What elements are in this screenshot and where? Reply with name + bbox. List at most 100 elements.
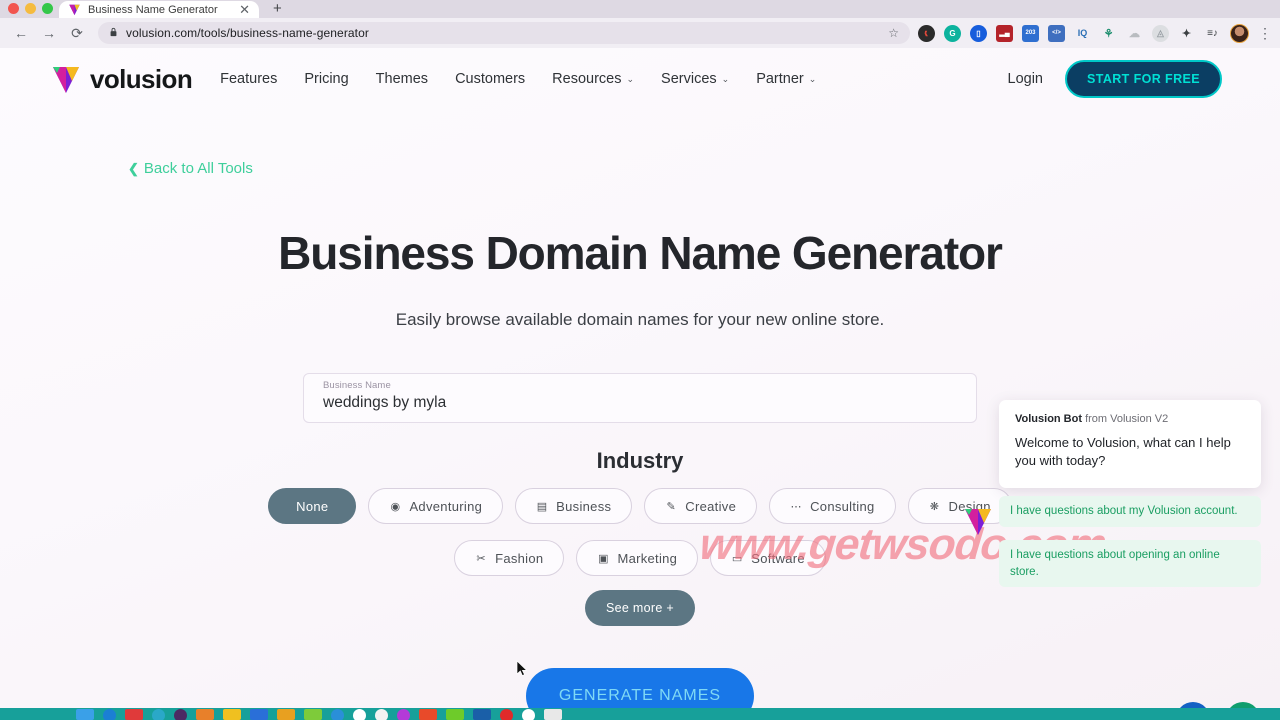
nav-item-services[interactable]: Services ⌄ [661,71,729,87]
chat-message-card: Volusion Bot from Volusion V2 Welcome to… [999,400,1261,488]
taskbar-icon[interactable] [196,709,214,720]
quick-reply-online-store[interactable]: I have questions about opening an online… [999,540,1261,588]
nav-label: Features [220,71,278,87]
avast-extension-icon[interactable]: ◬ [1152,24,1169,42]
business-name-value: weddings by myla [323,394,447,411]
nav-item-customers[interactable]: Customers [455,71,525,87]
scissors-icon: ✂ [476,552,486,565]
bitwarden-extension-icon[interactable]: ▯ [970,24,987,42]
taskbar-icon[interactable] [304,709,322,720]
start-for-free-button[interactable]: START FOR FREE [1064,60,1222,98]
minimize-window-button[interactable] [25,2,36,14]
taskbar-icon[interactable] [76,709,94,720]
iq-extension-icon[interactable]: IQ [1074,25,1091,42]
industry-chip-design[interactable]: ❋ Design [907,488,1012,524]
see-more-button[interactable]: See more + [585,590,695,626]
browser-toolbar: ← → ⟳ volusion.com/tools/business-name-g… [0,18,1280,48]
honey-extension-icon[interactable] [918,24,935,42]
volusion-logo-icon [68,3,81,16]
extensions-bar: G ▯ ▂▄ 203 </> IQ ⚘ ☁ ◬ ✦ ≡♪ ⋮ [918,23,1272,43]
forward-button[interactable]: → [36,20,62,46]
palette-icon: ❋ [929,500,940,513]
bookmark-star-icon[interactable]: ☆ [888,26,899,40]
nav-label: Partner [756,71,804,87]
close-tab-button[interactable]: ✕ [239,3,250,16]
reload-button[interactable]: ⟳ [64,20,90,46]
nav-label: Services [661,71,717,87]
login-link[interactable]: Login [1008,71,1043,87]
industry-chip-business[interactable]: ▤ Business [515,488,633,524]
generate-names-button[interactable]: GENERATE NAMES [526,668,754,708]
chip-label: Marketing [617,550,678,566]
volusion-diamond-icon [52,64,80,94]
os-taskbar[interactable] [0,708,1280,720]
volusion-logo[interactable]: volusion [52,63,193,95]
taskbar-icon[interactable] [544,709,562,720]
taskbar-icon[interactable] [250,709,268,720]
nav-item-features[interactable]: Features [220,71,277,87]
industry-chip-marketing[interactable]: ▣ Marketing [576,540,699,576]
profile-avatar[interactable] [1230,23,1249,43]
taskbar-icon[interactable] [446,709,464,720]
taskbar-icon[interactable] [125,709,143,720]
nav-item-partner[interactable]: Partner ⌄ [756,71,816,87]
chip-label: Creative [685,498,737,514]
taskbar-icon[interactable] [152,709,165,720]
page-viewport: volusion Features Pricing Themes Custome… [0,48,1280,708]
maximize-window-button[interactable] [42,2,53,14]
industry-chip-creative[interactable]: ✎ Creative [644,488,758,524]
new-tab-button[interactable]: + [273,0,282,18]
similarweb-extension-icon[interactable]: ▂▄ [996,24,1013,42]
taskbar-icon[interactable] [331,709,344,720]
taskbar-icon[interactable] [419,709,437,720]
nav-item-pricing[interactable]: Pricing [304,71,348,87]
address-bar[interactable]: volusion.com/tools/business-name-generat… [98,22,910,44]
back-to-all-tools-link[interactable]: ❮ Back to All Tools [128,160,253,177]
chevron-down-icon: ⌄ [626,73,635,84]
seoquake-extension-icon[interactable]: 203 [1022,24,1039,42]
business-name-input[interactable]: Business Name weddings by myla [303,373,977,423]
code-inspector-extension-icon[interactable]: </> [1048,24,1065,42]
cloud-extension-icon[interactable]: ☁ [1126,25,1143,42]
industry-chip-fashion[interactable]: ✂ Fashion [454,540,565,576]
quick-reply-account[interactable]: I have questions about my Volusion accou… [999,496,1261,527]
taskbar-icon[interactable] [174,709,187,720]
browser-window: Business Name Generator ✕ + ← → ⟳ volusi… [0,0,1280,720]
taskbar-icon-list [0,708,1280,720]
chip-label: Consulting [810,498,875,514]
volusion-wordmark: volusion [90,63,193,94]
browser-tab[interactable]: Business Name Generator ✕ [59,1,259,18]
industry-chip-consulting[interactable]: ⋯ Consulting [769,488,896,524]
url-text: volusion.com/tools/business-name-generat… [126,26,369,40]
nav-item-resources[interactable]: Resources ⌄ [552,71,634,87]
back-button[interactable]: ← [8,20,34,46]
chevron-left-icon: ❮ [128,160,139,176]
taskbar-icon[interactable] [397,709,410,720]
industry-chip-none[interactable]: None [268,488,357,524]
nav-label: Themes [375,71,429,87]
close-window-button[interactable] [8,2,19,14]
industry-chip-adventuring[interactable]: ◉ Adventuring [368,488,504,524]
browser-menu-button[interactable]: ⋮ [1258,25,1272,42]
chip-label: Fashion [495,550,544,566]
grammarly-extension-icon[interactable]: G [944,24,961,42]
mouse-cursor [516,660,528,677]
playlist-extension-icon[interactable]: ≡♪ [1204,25,1221,42]
puzzle-extensions-icon[interactable]: ✦ [1178,25,1195,42]
taskbar-icon[interactable] [277,709,295,720]
taskbar-icon[interactable] [223,709,241,720]
lock-icon [109,27,118,39]
pen-icon: ✎ [666,500,677,513]
taskbar-icon[interactable] [353,709,366,720]
site-header: volusion Features Pricing Themes Custome… [0,48,1280,110]
taskbar-icon[interactable] [375,709,388,720]
taskbar-icon[interactable] [500,709,513,720]
window-controls[interactable] [6,0,59,18]
nav-item-themes[interactable]: Themes [376,71,428,87]
grass-extension-icon[interactable]: ⚘ [1100,25,1117,42]
taskbar-icon[interactable] [103,709,116,720]
tab-strip: Business Name Generator ✕ + [0,0,1280,18]
taskbar-icon[interactable] [522,709,535,720]
chat-welcome-message: Welcome to Volusion, what can I help you… [1015,435,1231,469]
taskbar-icon[interactable] [473,709,491,720]
